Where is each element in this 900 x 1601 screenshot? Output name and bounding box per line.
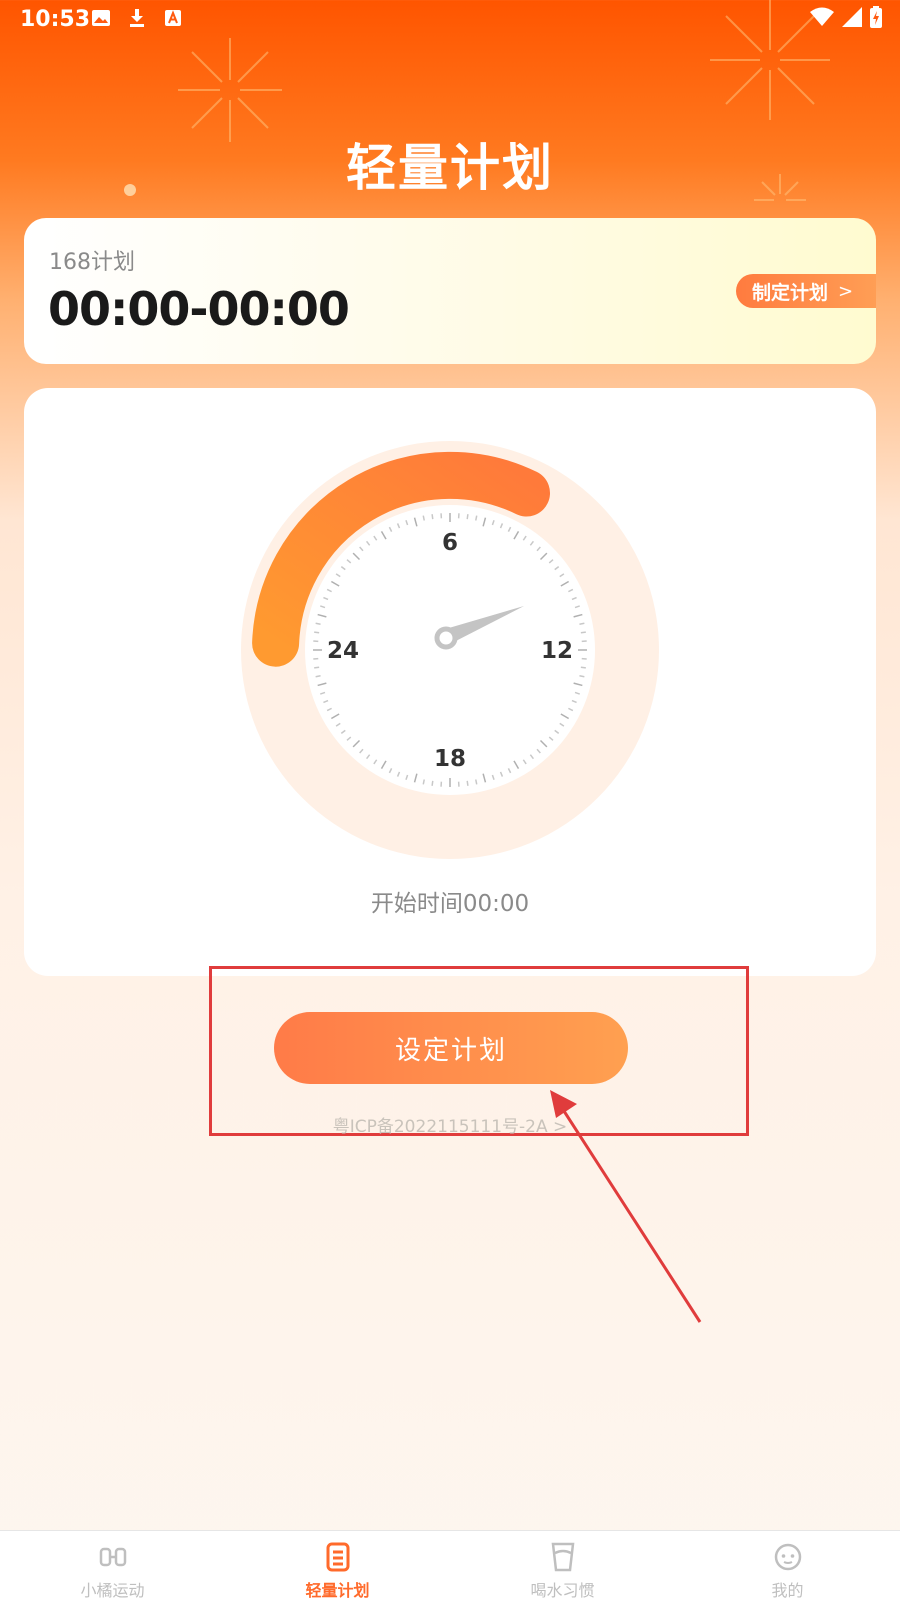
sport-icon	[96, 1541, 130, 1573]
tab-sport[interactable]: 小橘运动	[0, 1531, 225, 1601]
dial-tick	[467, 781, 468, 786]
image-icon	[90, 8, 112, 28]
clock-card: 6 12 18 24 开始时间00:00	[24, 388, 876, 976]
dial-label-6: 6	[442, 530, 458, 556]
battery-icon	[870, 6, 882, 28]
dial-tick	[467, 514, 468, 519]
dial-tick	[314, 667, 319, 668]
tab-profile[interactable]: 我的	[675, 1531, 900, 1601]
dial-tick	[423, 779, 424, 784]
tab-plan-label: 轻量计划	[305, 1577, 369, 1601]
set-plan-button[interactable]: 设定计划	[274, 1012, 628, 1084]
plan-summary-card: 168计划 00:00-00:00 制定计划 >	[24, 218, 876, 364]
icp-record-link[interactable]: 粤ICP备2022115111号-2A >	[0, 1112, 900, 1137]
status-notification-icons	[90, 8, 184, 28]
dial-label-24: 24	[327, 638, 359, 664]
a-icon	[162, 8, 184, 28]
dial-label-12: 12	[541, 638, 573, 664]
dial-tick	[579, 676, 584, 677]
dial-tick	[423, 516, 424, 521]
status-bar: 10:53	[0, 0, 900, 40]
tab-water-label: 喝水习惯	[530, 1577, 594, 1601]
bottom-tab-bar: 小橘运动 轻量计划 喝水习惯 我的	[0, 1530, 900, 1601]
chevron-right-icon: >	[838, 281, 853, 302]
dial-tick	[581, 632, 586, 633]
download-icon	[126, 8, 148, 28]
dial-label-18: 18	[434, 746, 466, 772]
page-title: 轻量计划	[0, 128, 900, 200]
tab-plan[interactable]: 轻量计划	[225, 1531, 450, 1601]
tab-water[interactable]: 喝水习惯	[450, 1531, 675, 1601]
plan-icon	[321, 1541, 355, 1573]
water-cup-icon	[546, 1541, 580, 1573]
dial-tick	[432, 514, 433, 519]
dial-tick	[316, 623, 321, 624]
profile-icon	[771, 1541, 805, 1573]
dial-tick	[314, 632, 319, 633]
make-plan-label: 制定计划	[752, 278, 828, 305]
dial-tick	[476, 516, 477, 521]
make-plan-button[interactable]: 制定计划 >	[736, 274, 876, 308]
status-system-icons	[810, 6, 882, 28]
dial-tick	[579, 623, 584, 624]
dial-tick	[476, 779, 477, 784]
dial-tick	[432, 781, 433, 786]
status-time: 10:53	[20, 7, 90, 32]
clock-hand-pivot	[437, 629, 455, 647]
plan-name: 168计划	[49, 244, 135, 276]
wifi-icon	[810, 7, 834, 27]
plan-time-range: 00:00-00:00	[48, 282, 349, 336]
dial-tick	[316, 676, 321, 677]
dial-tick	[581, 667, 586, 668]
tab-profile-label: 我的	[771, 1577, 803, 1601]
start-time-text: 开始时间00:00	[24, 884, 876, 918]
signal-icon	[842, 7, 862, 27]
tab-sport-label: 小橘运动	[80, 1577, 144, 1601]
